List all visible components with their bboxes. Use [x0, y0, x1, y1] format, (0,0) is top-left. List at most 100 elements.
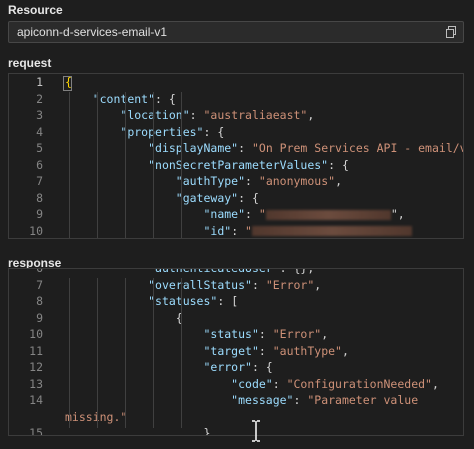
line-number: 11: [29, 343, 43, 358]
json-punctuation: [65, 191, 176, 205]
response-code-line: 13 "code": "ConfigurationNeeded",: [9, 377, 463, 394]
code-text: "name": " ",: [65, 207, 405, 221]
code-text: "target": "authType",: [65, 343, 349, 358]
json-punctuation: : {: [251, 360, 273, 374]
response-code-line: 12 "error": {: [9, 360, 463, 377]
indent-guide: [97, 278, 98, 428]
response-code-line: 6 "authenticatedUser": {},: [9, 268, 463, 278]
response-code-line: 7 "overallStatus": "Error",: [9, 278, 463, 295]
json-key: "status": [203, 327, 259, 341]
json-string: "Error": [265, 277, 315, 292]
copy-icon[interactable]: [445, 26, 457, 38]
line-number: 8: [36, 190, 43, 205]
json-punctuation: :: [293, 393, 308, 407]
json-punctuation: : {},: [279, 268, 315, 275]
json-punctuation: [65, 393, 231, 407]
json-string: "authType": [272, 343, 342, 358]
json-punctuation: : {: [328, 157, 349, 172]
json-string: "anonymous": [258, 174, 336, 188]
json-punctuation: :: [258, 343, 273, 358]
line-number: 5: [36, 141, 43, 155]
line-number: 4: [36, 124, 43, 139]
code-text: "authenticatedUser": {},: [65, 268, 315, 275]
json-punctuation: [65, 141, 148, 155]
code-text: "id": ": [65, 224, 412, 238]
line-number: 15: [29, 426, 43, 436]
json-punctuation: [65, 125, 120, 139]
indent-guide: [181, 92, 182, 238]
json-punctuation: :: [251, 277, 266, 292]
line-number: 10: [29, 223, 43, 238]
request-code-line: 10 "id": ": [9, 223, 463, 239]
code-text: {: [65, 311, 183, 325]
json-punctuation: ,: [314, 277, 322, 292]
json-key: "nonSecretParameterValues": [148, 157, 329, 172]
json-key: "message": [231, 393, 294, 407]
json-punctuation: : {: [203, 124, 225, 139]
line-number: 6: [36, 157, 43, 172]
json-key: "overallStatus": [148, 277, 252, 292]
request-code-line: 6 "nonSecretParameterValues": {: [9, 158, 463, 175]
response-editor[interactable]: 6 "authenticatedUser": {}, 7 "overallStat…: [8, 268, 464, 436]
code-text: {: [65, 75, 72, 89]
line-number: 1: [36, 75, 43, 89]
json-punctuation: ,: [341, 343, 349, 358]
line-number: 7: [36, 174, 43, 188]
json-string: "Parameter value: [307, 393, 419, 407]
json-punctuation: [65, 174, 176, 188]
code-text: "overallStatus": "Error",: [65, 278, 321, 292]
json-punctuation: {: [65, 75, 72, 89]
request-code-line: 3 "location": "australiaeast",: [9, 108, 463, 125]
redacted-value: [265, 209, 391, 220]
line-number: 14: [29, 393, 43, 407]
json-punctuation: :: [258, 327, 273, 341]
json-punctuation: ,: [431, 376, 439, 391]
indent-guide: [125, 278, 126, 428]
json-key: "target": [203, 343, 259, 358]
request-code-line: 9 "name": " ",: [9, 207, 463, 224]
line-number: 8: [36, 294, 43, 308]
json-punctuation: : [: [217, 294, 239, 308]
json-string: "On Prem Services API - email/v1": [251, 141, 464, 155]
json-punctuation: [65, 224, 203, 238]
json-punctuation: [65, 158, 148, 172]
json-punctuation: :: [231, 223, 246, 238]
json-punctuation: :: [245, 174, 259, 188]
response-code-line: 10 "status": "Error",: [9, 327, 463, 344]
request-label: request: [8, 56, 52, 70]
request-editor[interactable]: 1 {2 "content": {3 "location": "australia…: [8, 73, 464, 239]
json-key: "statuses": [148, 294, 218, 308]
json-string: "ConfigurationNeeded": [286, 376, 432, 391]
line-number: 7: [36, 277, 43, 292]
json-string: ": [245, 223, 252, 238]
json-punctuation: ",: [390, 207, 405, 221]
json-key: "properties": [120, 124, 204, 139]
json-punctuation: :: [189, 108, 204, 122]
json-punctuation: [65, 377, 231, 391]
code-text: "location": "australiaeast",: [65, 108, 314, 122]
indent-guide: [69, 278, 70, 428]
request-code-line: 4 "properties": {: [9, 125, 463, 142]
response-code-line: 11 "target": "authType",: [9, 344, 463, 361]
json-key: "displayName": [148, 141, 239, 155]
json-punctuation: ,: [321, 327, 329, 341]
json-punctuation: [65, 269, 148, 275]
json-punctuation: [65, 360, 203, 374]
json-key: "location": [120, 108, 190, 122]
json-punctuation: :: [245, 207, 259, 221]
json-punctuation: [65, 327, 203, 341]
json-key: "code": [231, 376, 273, 391]
resource-field[interactable]: apiconn-d-services-email-v1: [8, 21, 464, 43]
response-code-line: missing.": [9, 410, 463, 427]
code-text: "content": {: [65, 92, 176, 106]
indent-guide: [153, 92, 154, 238]
redacted-value: [251, 226, 412, 236]
json-key: "authenticatedUser": [148, 268, 280, 275]
request-code-line: 2 "content": {: [9, 92, 463, 109]
resource-label: Resource: [8, 3, 63, 17]
code-text: "properties": {: [65, 125, 224, 139]
json-key: "error": [203, 360, 252, 374]
indent-guide: [153, 278, 154, 428]
request-code-line: 8 "gateway": {: [9, 191, 463, 208]
indent-guide: [181, 278, 182, 428]
